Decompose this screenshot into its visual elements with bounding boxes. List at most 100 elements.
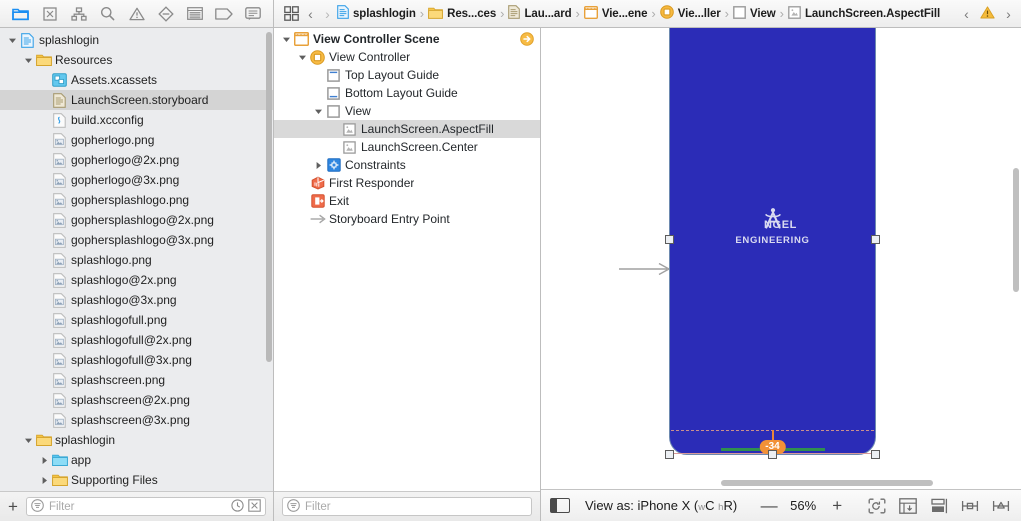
navigator-row[interactable]: gopherlogo.png bbox=[0, 130, 273, 150]
outline-row[interactable]: First Responder bbox=[274, 174, 540, 192]
breadcrumb-item-storyboard[interactable]: Lau...ard bbox=[507, 5, 572, 22]
outline-row[interactable]: View bbox=[274, 102, 540, 120]
source-control-status-icon[interactable] bbox=[248, 498, 261, 515]
canvas-vertical-scrollbar[interactable] bbox=[1013, 168, 1019, 292]
breadcrumb-item-project[interactable]: splashlogin bbox=[336, 5, 417, 22]
jumpbar-back-button[interactable]: ‹ bbox=[302, 7, 319, 21]
navigator-row[interactable]: gopherlogo@3x.png bbox=[0, 170, 273, 190]
navigator-row[interactable]: splashlogofull@3x.png bbox=[0, 350, 273, 370]
navigator-row-label: gophersplashlogo@3x.png bbox=[71, 233, 214, 247]
jumpbar-forward-button[interactable]: › bbox=[319, 7, 336, 21]
selection-handle-bottom-right[interactable] bbox=[871, 450, 880, 459]
disclosure-triangle[interactable] bbox=[6, 36, 19, 45]
outline-row[interactable]: Constraints bbox=[274, 156, 540, 174]
navigator-row[interactable]: splashlogo@2x.png bbox=[0, 270, 273, 290]
project-navigator-tree[interactable]: splashlogin Resources Assets.xcassets Launc… bbox=[0, 28, 273, 491]
navigator-row[interactable]: splashlogofull@2x.png bbox=[0, 330, 273, 350]
document-outline-toggle-icon[interactable] bbox=[550, 498, 570, 513]
warning-triangle-icon[interactable] bbox=[126, 5, 148, 23]
align-icon[interactable] bbox=[929, 497, 949, 515]
navigator-row[interactable]: splashlogin bbox=[0, 430, 273, 450]
navigator-row[interactable]: splashlogo@3x.png bbox=[0, 290, 273, 310]
navigator-row-label: splashscreen@2x.png bbox=[71, 393, 190, 407]
document-outline-tree[interactable]: View Controller Scene View Controller Top … bbox=[274, 28, 540, 491]
breadcrumb-item-resources[interactable]: Res...ces bbox=[427, 6, 497, 22]
report-message-icon[interactable] bbox=[242, 5, 264, 23]
navigator-row[interactable]: app bbox=[0, 450, 273, 470]
view-controller-view[interactable]: NGEL ENGINEERING -34 bbox=[665, 28, 880, 459]
navigator-row[interactable]: gopherlogo@2x.png bbox=[0, 150, 273, 170]
debug-list-icon[interactable] bbox=[184, 5, 206, 23]
navigator-row[interactable]: build.xcconfig bbox=[0, 110, 273, 130]
related-items-icon[interactable] bbox=[280, 6, 302, 21]
disclosure-triangle[interactable] bbox=[22, 436, 35, 445]
breakpoint-tag-icon[interactable] bbox=[213, 5, 235, 23]
resolve-issues-icon[interactable] bbox=[991, 497, 1011, 515]
outline-row[interactable]: LaunchScreen.AspectFill bbox=[274, 120, 540, 138]
recent-clock-icon[interactable] bbox=[231, 498, 244, 515]
disclosure-triangle[interactable] bbox=[22, 56, 35, 65]
navigator-row[interactable]: splashlogofull.png bbox=[0, 310, 273, 330]
warning-triangle-icon[interactable] bbox=[980, 5, 995, 22]
navigator-row[interactable]: gophersplashlogo@2x.png bbox=[0, 210, 273, 230]
navigator-row[interactable]: Resources bbox=[0, 50, 273, 70]
outline-filter-field[interactable]: Filter bbox=[282, 497, 532, 516]
selection-handle-right[interactable] bbox=[871, 235, 880, 244]
view-as-label[interactable]: View as: iPhone X (wC hR) bbox=[585, 498, 737, 513]
disclosure-triangle[interactable] bbox=[312, 107, 325, 116]
outline-row[interactable]: View Controller bbox=[274, 48, 540, 66]
update-frames-icon[interactable] bbox=[867, 497, 887, 515]
outline-row[interactable]: LaunchScreen.Center bbox=[274, 138, 540, 156]
breadcrumb-item-scene[interactable]: Vie...ene bbox=[583, 5, 649, 22]
outline-row[interactable]: View Controller Scene bbox=[274, 30, 540, 48]
navigator-row[interactable]: Assets.xcassets bbox=[0, 70, 273, 90]
pin-icon[interactable] bbox=[960, 497, 980, 515]
navigator-filter-field[interactable]: Filter bbox=[25, 497, 266, 516]
search-icon[interactable] bbox=[97, 5, 119, 23]
canvas-horizontal-scrollbar[interactable] bbox=[721, 480, 933, 486]
navigator-row-label: build.xcconfig bbox=[71, 113, 144, 127]
zoom-in-button[interactable]: + bbox=[823, 497, 851, 514]
outline-row[interactable]: Top Layout Guide bbox=[274, 66, 540, 84]
navigator-row[interactable]: Supporting Files bbox=[0, 470, 273, 490]
selection-handle-left[interactable] bbox=[665, 235, 674, 244]
view-as-prefix: View as: bbox=[585, 498, 638, 513]
disclosure-triangle[interactable] bbox=[312, 161, 325, 170]
outline-row[interactable]: Bottom Layout Guide bbox=[274, 84, 540, 102]
navigator-scrollbar[interactable] bbox=[266, 32, 272, 362]
outline-row[interactable]: Exit bbox=[274, 192, 540, 210]
navigator-row[interactable]: splashlogin bbox=[0, 30, 273, 50]
storyboard-icon bbox=[508, 5, 521, 22]
selection-handle-bottom-left[interactable] bbox=[665, 450, 674, 459]
navigator-row[interactable]: gophersplashlogo.png bbox=[0, 190, 273, 210]
source-control-icon[interactable] bbox=[39, 5, 61, 23]
zoom-level-value[interactable]: 56% bbox=[783, 498, 823, 513]
zoom-out-button[interactable]: — bbox=[755, 497, 783, 514]
test-diamond-icon[interactable] bbox=[155, 5, 177, 23]
navigator-row[interactable]: splashscreen@2x.png bbox=[0, 390, 273, 410]
window-resize-grip[interactable] bbox=[1009, 509, 1021, 521]
breadcrumb-item-viewcontroller[interactable]: Vie...ller bbox=[659, 5, 722, 22]
outline-row[interactable]: Storyboard Entry Point bbox=[274, 210, 540, 228]
disclosure-triangle[interactable] bbox=[38, 476, 51, 485]
navigator-row[interactable]: splashlogo.png bbox=[0, 250, 273, 270]
interface-builder-canvas[interactable]: NGEL ENGINEERING -34 bbox=[541, 28, 1021, 489]
next-issue-button[interactable]: › bbox=[1000, 7, 1017, 21]
disclosure-triangle[interactable] bbox=[280, 35, 293, 44]
breadcrumb-item-view[interactable]: View bbox=[732, 5, 777, 22]
navigator-row[interactable]: gophersplashlogo@3x.png bbox=[0, 230, 273, 250]
scene-entry-point-badge-icon[interactable] bbox=[520, 32, 534, 46]
navigator-row[interactable]: splashscreen@3x.png bbox=[0, 410, 273, 430]
previous-issue-button[interactable]: ‹ bbox=[958, 7, 975, 21]
folder-icon[interactable] bbox=[10, 5, 32, 23]
disclosure-triangle[interactable] bbox=[38, 456, 51, 465]
symbol-hierarchy-icon[interactable] bbox=[68, 5, 90, 23]
breadcrumb-item-imageview[interactable]: LaunchScreen.AspectFill bbox=[787, 5, 941, 22]
add-file-button[interactable]: + bbox=[7, 498, 19, 515]
navigator-row[interactable]: LaunchScreen.storyboard bbox=[0, 90, 273, 110]
disclosure-triangle[interactable] bbox=[296, 53, 309, 62]
navigator-row[interactable]: splashscreen.png bbox=[0, 370, 273, 390]
selection-handle-bottom-center[interactable] bbox=[767, 450, 777, 459]
image-icon bbox=[51, 372, 68, 388]
embed-in-icon[interactable] bbox=[898, 497, 918, 515]
